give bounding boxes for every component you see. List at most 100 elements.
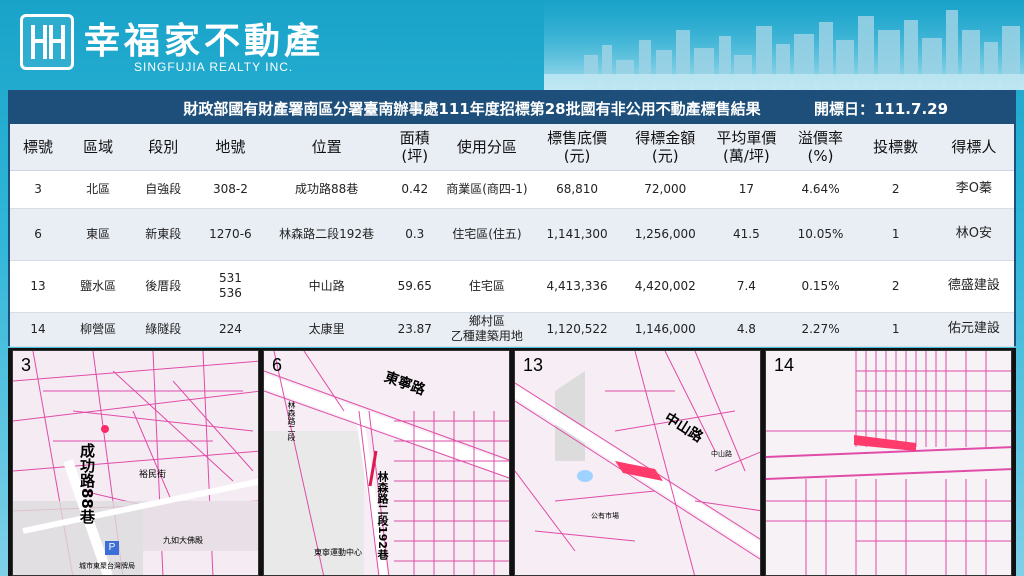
table-cell: 1,141,300 [532, 208, 622, 261]
street-label: 林森路二段 [287, 401, 296, 441]
table-cell: 1,146,000 [621, 312, 710, 347]
column-header: 區域 [66, 124, 131, 171]
table-cell: 1,120,522 [532, 312, 622, 347]
table-cell: 4,420,002 [621, 260, 710, 313]
table-cell: 1 [857, 208, 934, 261]
table-cell: 1270-6 [196, 208, 265, 261]
table-cell: 林O安 [933, 208, 1014, 261]
table-cell: 柳營區 [66, 312, 131, 347]
column-header: 標號 [10, 124, 67, 171]
column-header: 投標數 [857, 124, 934, 171]
poi-label: 東寧運動中心 [314, 548, 362, 557]
brand-name: 幸福家不動產 [84, 21, 325, 62]
map-panel-13: 13 中山路 中山路 公有市場 [514, 350, 761, 576]
street-label: 裕民街 [139, 470, 167, 480]
table-cell: 自強段 [130, 170, 197, 209]
table-cell: 68,810 [532, 170, 622, 209]
table-cell: 中山路 [264, 260, 389, 313]
column-header: 得標人 [933, 124, 1014, 171]
table-cell: 531 536 [196, 260, 265, 313]
results-table: 標號 區域 段別 地號 位置 面積 (坪) 使用分區 標售底價 (元) 得標金額 (元) 平均單價… [10, 124, 1014, 347]
table-cell: 北區 [66, 170, 131, 209]
column-header: 得標金額 (元) [621, 124, 710, 171]
poi-label: 九如大佛殿 [163, 536, 203, 545]
city-skyline-image [544, 0, 1024, 90]
table-cell: 41.5 [709, 208, 784, 261]
table-cell: 308-2 [196, 170, 265, 209]
table-cell: 0.15% [783, 260, 858, 313]
table-cell: 2.27% [783, 312, 858, 347]
table-header-row: 標號 區域 段別 地號 位置 面積 (坪) 使用分區 標售底價 (元) 得標金額 (元) 平均單價… [10, 124, 1014, 171]
auction-results-panel: 財政部國有財產署南區分署臺南辦事處111年度招標第28批國有非公用不動產標售結果… [8, 90, 1016, 347]
brand-name-english: SINGFUJIA REALTY INC. [134, 60, 294, 74]
table-cell: 住宅區 [440, 260, 533, 313]
table-cell: 德盛建設 [933, 260, 1014, 313]
map-number-label: 3 [21, 355, 32, 375]
table-cell: 13 [10, 260, 67, 313]
parking-icon: P [105, 541, 119, 555]
poi-label-2: 城市東聚台灣牌局 [79, 562, 135, 570]
column-header: 段別 [130, 124, 197, 171]
table-cell: 10.05% [783, 208, 858, 261]
column-header: 地號 [196, 124, 265, 171]
table-cell: 李O蓁 [933, 170, 1014, 209]
column-header: 溢價率 (%) [783, 124, 858, 171]
street-label: 中山路 [711, 450, 732, 458]
table-cell: 3 [10, 170, 67, 209]
table-cell: 17 [709, 170, 784, 209]
road-label: 成功路88巷 [78, 443, 96, 524]
table-cell: 6 [10, 208, 67, 261]
table-row: 6 東區 新東段 1270-6 林森路二段192巷 0.3 住宅區(住五) 1,141,300… [10, 208, 1014, 261]
table-cell: 4.8 [709, 312, 784, 347]
table-cell: 鄉村區 乙種建築用地 [440, 312, 533, 347]
table-cell: 綠隧段 [130, 312, 197, 347]
table-cell: 商業區(商四-1) [440, 170, 533, 209]
table-cell: 住宅區(住五) [440, 208, 533, 261]
header: 幸福家不動產 SINGFUJIA REALTY INC. [0, 0, 1024, 90]
table-cell: 2 [857, 170, 934, 209]
table-cell: 1 [857, 312, 934, 347]
map-number-label: 6 [272, 355, 283, 375]
table-cell: 新東段 [130, 208, 197, 261]
map-14-drawing [766, 351, 1011, 575]
table-body: 3 北區 自強段 308-2 成功路88巷 0.42 商業區(商四-1) 68,810 72,0… [10, 170, 1014, 347]
table-cell: 鹽水區 [66, 260, 131, 313]
opening-date: 開標日：111.7.29 [814, 99, 949, 118]
table-row: 14 柳營區 綠隧段 224 太康里 23.87 鄉村區 乙種建築用地 1,120,522 1,… [10, 312, 1014, 347]
table-cell: 224 [196, 312, 265, 347]
location-maps: 3 成功路88巷 裕民街 九如大佛殿 城市東聚台灣牌局 P 6 東寧路 林森路二… [8, 348, 1016, 576]
map-13-drawing [515, 351, 760, 575]
table-cell: 7.4 [709, 260, 784, 313]
table-cell: 23.87 [388, 312, 441, 347]
map-panel-3: 3 成功路88巷 裕民街 九如大佛殿 城市東聚台灣牌局 P [12, 350, 259, 576]
table-cell: 成功路88巷 [264, 170, 389, 209]
table-cell: 佑元建設 [933, 312, 1014, 347]
table-cell: 0.3 [388, 208, 441, 261]
table-cell: 太康里 [264, 312, 389, 347]
map-panel-14: 14 [765, 350, 1012, 576]
map-3-drawing [13, 351, 258, 575]
table-cell: 後厝段 [130, 260, 197, 313]
table-cell: 14 [10, 312, 67, 347]
map-number-label: 13 [523, 355, 544, 375]
table-cell: 72,000 [621, 170, 710, 209]
column-header: 位置 [264, 124, 389, 171]
title-bar: 財政部國有財產署南區分署臺南辦事處111年度招標第28批國有非公用不動產標售結果… [10, 92, 1014, 124]
table-row: 13 鹽水區 後厝段 531 536 中山路 59.65 住宅區 4,413,336 4,420… [10, 260, 1014, 313]
table-cell: 4.64% [783, 170, 858, 209]
column-header: 面積 (坪) [388, 124, 441, 171]
map-panel-6: 6 東寧路 林森路二段192巷 林森路二段 東寧運動中心 [263, 350, 510, 576]
page-title: 財政部國有財產署南區分署臺南辦事處111年度招標第28批國有非公用不動產標售結果 [183, 99, 761, 118]
table-cell: 2 [857, 260, 934, 313]
table-cell: 59.65 [388, 260, 441, 313]
column-header: 使用分區 [440, 124, 533, 171]
map-number-label: 14 [774, 355, 795, 375]
table-cell: 1,256,000 [621, 208, 710, 261]
column-header: 標售底價 (元) [532, 124, 622, 171]
table-cell: 4,413,336 [532, 260, 622, 313]
road-label-2: 林森路二段192巷 [376, 471, 389, 560]
table-cell: 0.42 [388, 170, 441, 209]
column-header: 平均單價 (萬/坪) [709, 124, 784, 171]
table-row: 3 北區 自強段 308-2 成功路88巷 0.42 商業區(商四-1) 68,810 72,0… [10, 170, 1014, 209]
company-logo-icon [20, 14, 74, 70]
